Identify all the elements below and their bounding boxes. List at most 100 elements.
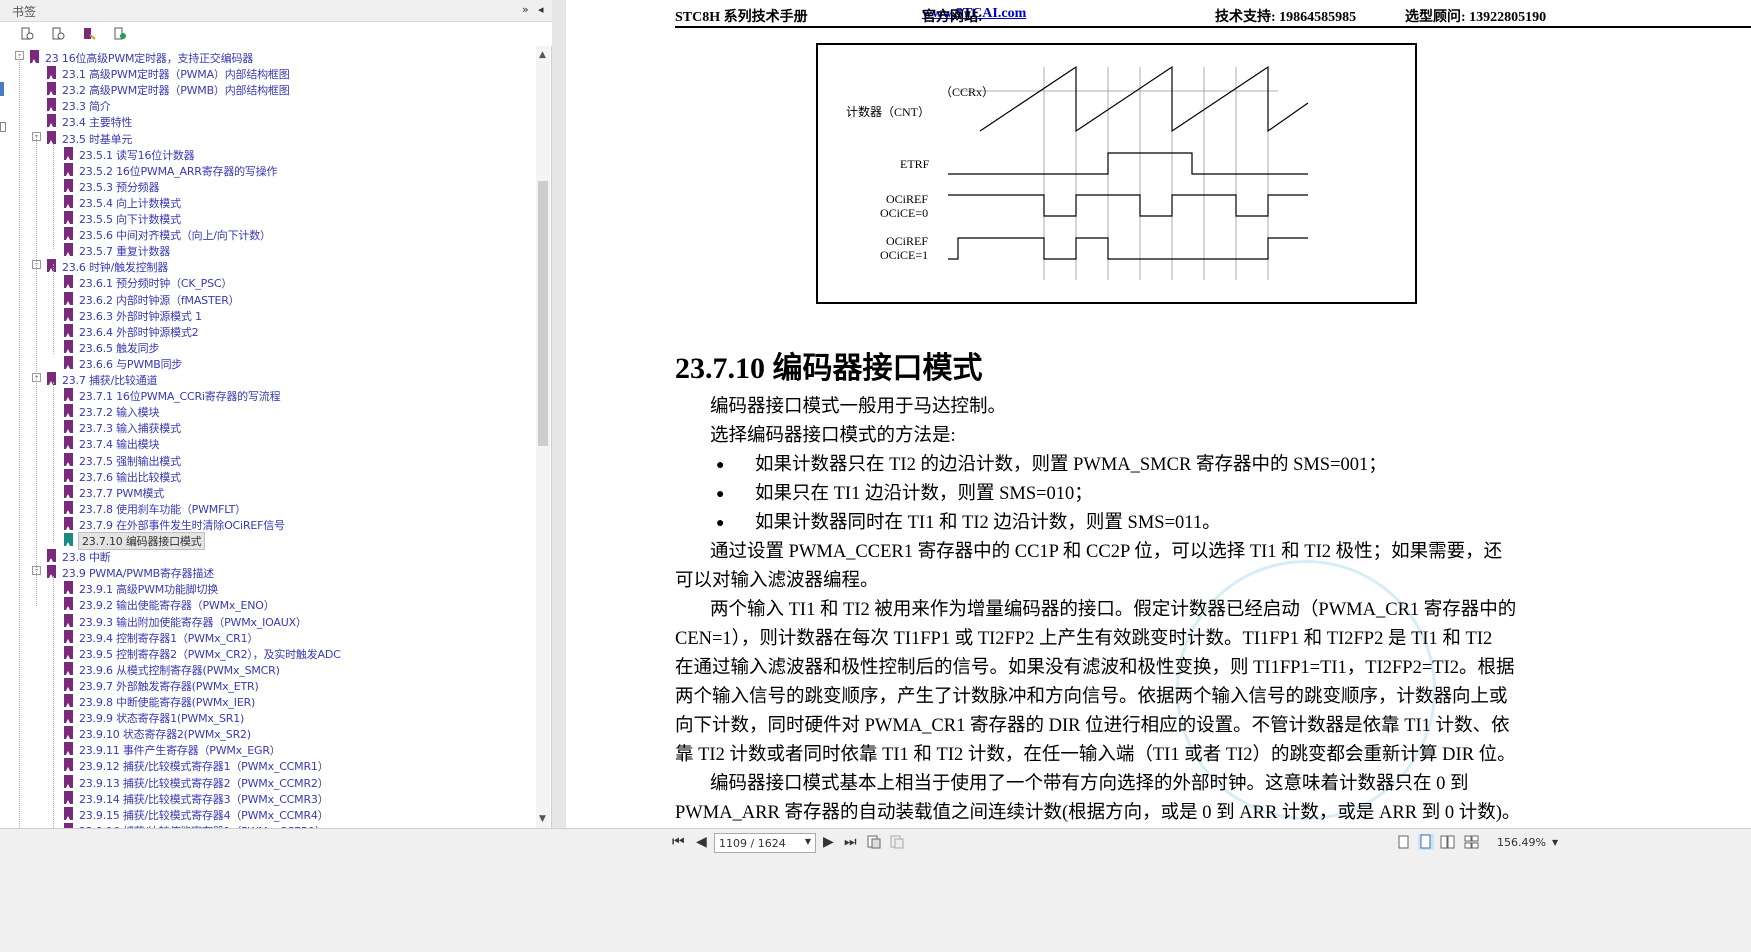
- bookmark-item[interactable]: 23.6.4 外部时钟源模式2: [0, 322, 536, 339]
- bookmark-item[interactable]: 23.9.16 捕获/比较使能寄存器1（PWMx_CCER1）: [0, 821, 536, 828]
- bookmark-item[interactable]: 23.9.4 控制寄存器1（PWMx_CR1）: [0, 628, 536, 645]
- next-page-button[interactable]: ▶: [823, 834, 834, 850]
- bookmark-item[interactable]: 23.7.6 输出比较模式: [0, 467, 536, 484]
- bookmark-icon: [64, 806, 73, 820]
- bookmark-item[interactable]: 23.9.1 高级PWM功能脚切换: [0, 579, 536, 596]
- bullet-item-3: 如果计数器同时在 TI1 和 TI2 边沿计数，则置 SMS=011。: [755, 513, 1221, 533]
- bookmark-item[interactable]: 23.9.12 捕获/比较模式寄存器1（PWMx_CCMR1）: [0, 756, 536, 773]
- bullet-icon: ●: [716, 487, 725, 502]
- bookmark-item[interactable]: -23.7 捕获/比较通道: [0, 370, 536, 387]
- bookmark-item[interactable]: 23.6.2 内部时钟源（fMASTER）: [0, 290, 536, 307]
- bookmark-add-icon[interactable]: [82, 27, 96, 41]
- bookmark-icon: [64, 629, 73, 643]
- scroll-up-icon[interactable]: ▲: [539, 50, 546, 60]
- bookmark-icon: [64, 694, 73, 707]
- bookmark-item[interactable]: 23.5.6 中间对齐模式（向上/向下计数）: [0, 225, 536, 242]
- last-page-button[interactable]: ⏭: [844, 834, 857, 850]
- document-page: STC8H 系列技术手册 官方网站: www.STCAI.com 技术支持: 1…: [566, 0, 1751, 828]
- tree-guide-line: [19, 54, 20, 828]
- bookmark-icon: [64, 597, 73, 611]
- bookmark-item[interactable]: -23.6 时钟/触发控制器: [0, 257, 536, 274]
- view-back-icon[interactable]: [867, 835, 881, 849]
- bookmark-item[interactable]: 23.7.7 PWM模式: [0, 483, 536, 500]
- bookmark-icon: [64, 211, 73, 224]
- continuous-facing-icon[interactable]: [1464, 835, 1480, 849]
- bookmark-expand-icon[interactable]: [20, 27, 34, 41]
- bookmark-item[interactable]: -23 16位高级PWM定时器，支持正交编码器: [0, 48, 536, 65]
- page-number-value: 1109 / 1624: [719, 837, 786, 850]
- bookmark-item[interactable]: 23.5.4 向上计数模式: [0, 193, 536, 210]
- support-info: 技术支持: 19864585985: [1215, 10, 1357, 25]
- bookmark-item[interactable]: 23.5.7 重复计数器: [0, 241, 536, 258]
- page-number-field[interactable]: 1109 / 1624 ▼: [714, 833, 816, 853]
- bookmark-item[interactable]: 23.6.5 触发同步: [0, 338, 536, 355]
- bookmark-find-icon[interactable]: [113, 27, 127, 41]
- paragraph-inputs-3: 在通过输入滤波器和极性控制后的信号。如果没有滤波和极性变换，则 TI1FP1=T…: [675, 658, 1515, 678]
- bookmark-icon: [64, 726, 73, 740]
- bookmark-item[interactable]: 23.9.11 事件产生寄存器（PWMx_EGR）: [0, 740, 536, 757]
- bookmark-item[interactable]: -23.9 PWMA/PWMB寄存器描述: [0, 563, 536, 580]
- bookmark-scroll-thumb[interactable]: [538, 181, 548, 446]
- tree-guide-line: [53, 144, 54, 249]
- bookmark-icon: [64, 452, 73, 466]
- bookmark-item[interactable]: 23.6.6 与PWMB同步: [0, 354, 536, 371]
- bookmark-item[interactable]: 23.9.15 捕获/比较模式寄存器4（PWMx_CCMR4）: [0, 805, 536, 822]
- bookmark-item[interactable]: 23.7.10 编码器接口模式: [0, 531, 536, 550]
- bookmark-item[interactable]: 23.7.1 16位PWMA_CCRi寄存器的写流程: [0, 386, 536, 403]
- bookmark-item[interactable]: 23.9.8 中断使能寄存器(PWMx_IER): [0, 692, 536, 709]
- bookmark-item[interactable]: 23.9.3 输出附加使能寄存器（PWMx_IOAUX）: [0, 612, 536, 629]
- bookmark-item[interactable]: 23.7.4 输出模块: [0, 434, 536, 451]
- bookmark-item[interactable]: 23.9.6 从模式控制寄存器(PWMx_SMCR): [0, 660, 536, 677]
- tree-guide-line: [53, 264, 54, 354]
- bookmark-item[interactable]: 23.1 高级PWM定时器（PWMA）内部结构框图: [0, 64, 536, 81]
- panel-expand-button[interactable]: »: [522, 3, 529, 16]
- bookmark-item[interactable]: 23.9.5 控制寄存器2（PWMx_CR2），及实时触发ADC: [0, 644, 536, 661]
- bookmark-item[interactable]: 23.6.1 预分频时钟（CK_PSC）: [0, 273, 536, 290]
- bookmark-icon: [47, 549, 56, 563]
- bookmark-item[interactable]: 23.5.1 读写16位计数器: [0, 145, 536, 162]
- paragraph-clock-2: PWMA_ARR 寄存器的自动装载值之间连续计数(根据方向，或是 0 到 ARR…: [675, 803, 1521, 823]
- bookmark-item[interactable]: 23.9.14 捕获/比较模式寄存器3（PWMx_CCMR3）: [0, 789, 536, 806]
- facing-pages-icon[interactable]: [1440, 835, 1456, 849]
- bookmark-item[interactable]: 23.5.3 预分频器: [0, 177, 536, 194]
- scroll-down-icon[interactable]: ▼: [539, 814, 546, 824]
- bookmark-item[interactable]: 23.7.5 强制输出模式: [0, 451, 536, 468]
- bookmark-item[interactable]: 23.7.2 输入模块: [0, 402, 536, 419]
- single-page-view-icon[interactable]: [1398, 835, 1410, 849]
- panel-splitter[interactable]: [552, 0, 566, 828]
- paragraph-method: 选择编码器接口模式的方法是:: [710, 426, 956, 446]
- bookmark-icon: [64, 339, 73, 353]
- bookmark-icon: [64, 533, 73, 546]
- bookmark-item[interactable]: 23.9.7 外部触发寄存器(PWMx_ETR): [0, 676, 536, 693]
- bookmark-item[interactable]: 23.9.9 状态寄存器1(PWMx_SR1): [0, 708, 536, 725]
- bookmark-item[interactable]: 23.7.8 使用刹车功能（PWMFLT）: [0, 499, 536, 516]
- bookmark-item[interactable]: 23.7.3 输入捕获模式: [0, 418, 536, 435]
- chevron-down-icon[interactable]: ▼: [805, 837, 811, 846]
- bookmark-item[interactable]: 23.6.3 外部时钟源模式 1: [0, 306, 536, 323]
- first-page-button[interactable]: ⏮: [672, 834, 685, 850]
- bookmark-item[interactable]: 23.8 中断: [0, 547, 536, 564]
- panel-collapse-button[interactable]: ◂: [538, 3, 544, 16]
- bookmark-collapse-icon[interactable]: [51, 27, 65, 41]
- paragraph-inputs-1: 两个输入 TI1 和 TI2 被用来作为增量编码器的接口。假定计数器已经启动（P…: [710, 600, 1517, 620]
- bookmark-item[interactable]: 23.9.10 状态寄存器2(PWMx_SR2): [0, 724, 536, 741]
- bookmark-item[interactable]: -23.5 时基单元: [0, 129, 536, 146]
- zoom-dropdown-icon[interactable]: ▼: [1552, 838, 1558, 847]
- bookmark-tree: -23 16位高级PWM定时器，支持正交编码器 23.1 高级PWM定时器（PWM…: [0, 46, 536, 828]
- bookmark-item[interactable]: 23.9.2 输出使能寄存器（PWMx_ENO）: [0, 595, 536, 612]
- prev-page-button[interactable]: ◀: [696, 834, 707, 850]
- bookmark-item[interactable]: 23.4 主要特性: [0, 112, 536, 129]
- continuous-view-icon[interactable]: [1418, 834, 1434, 850]
- bookmark-item[interactable]: 23.9.13 捕获/比较模式寄存器2（PWMx_CCMR2）: [0, 773, 536, 790]
- bookmark-item[interactable]: 23.5.5 向下计数模式: [0, 209, 536, 226]
- view-forward-icon[interactable]: [890, 835, 904, 849]
- bookmark-item[interactable]: 23.5.2 16位PWMA_ARR寄存器的写操作: [0, 161, 536, 178]
- paragraph-inputs-6: 靠 TI2 计数或者同时依靠 TI1 和 TI2 计数，在任一输入端（TI1 或…: [675, 745, 1516, 765]
- bookmark-icon: [64, 243, 73, 257]
- bookmark-item[interactable]: 23.7.9 在外部事件发生时清除OCiREF信号: [0, 515, 536, 532]
- bookmark-item[interactable]: 23.3 简介: [0, 96, 536, 113]
- bullet-icon: ●: [716, 458, 725, 473]
- bookmark-scrollbar[interactable]: ▲ ▼: [536, 46, 550, 828]
- zoom-level[interactable]: 156.49%: [1497, 836, 1546, 849]
- bookmark-item[interactable]: 23.2 高级PWM定时器（PWMB）内部结构框图: [0, 80, 536, 97]
